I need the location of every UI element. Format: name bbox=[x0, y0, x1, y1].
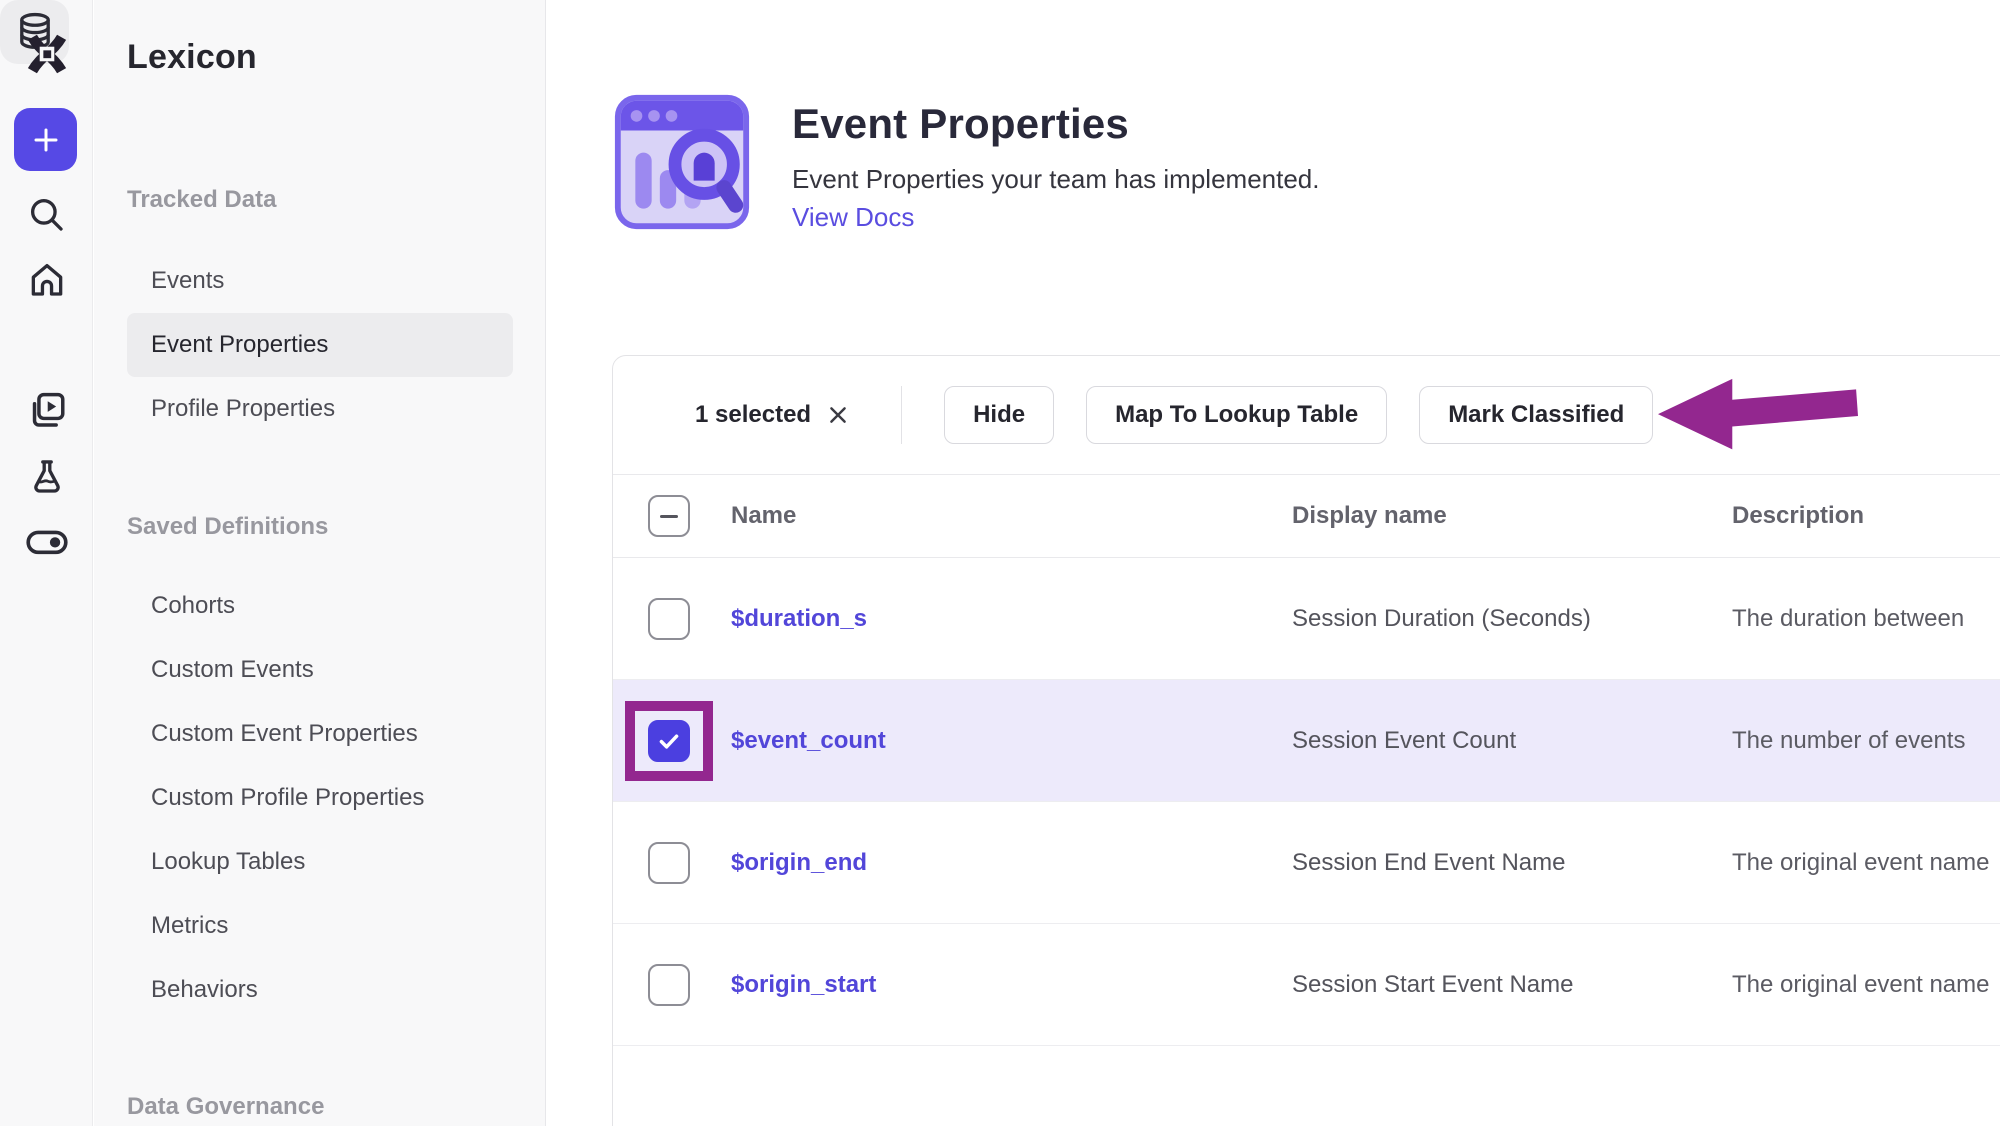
sidebar-item-custom-events[interactable]: Custom Events bbox=[127, 638, 513, 702]
property-name-link[interactable]: $origin_end bbox=[731, 849, 1292, 877]
display-name-cell: Session Event Count bbox=[1292, 727, 1732, 755]
display-name-cell: Session End Event Name bbox=[1292, 849, 1732, 877]
page-subtitle: Event Properties your team has implement… bbox=[792, 164, 1319, 195]
row-checkbox[interactable] bbox=[648, 842, 690, 884]
plus-icon bbox=[31, 125, 61, 155]
section-label-data-governance: Data Governance bbox=[127, 1093, 324, 1121]
properties-table-card: 1 selected Hide Map To Lookup Table Mark… bbox=[612, 355, 2000, 1126]
column-header-description[interactable]: Description bbox=[1732, 502, 2000, 530]
row-checkbox[interactable] bbox=[648, 598, 690, 640]
column-header-name[interactable]: Name bbox=[731, 502, 1292, 530]
table-row[interactable]: $duration_s Session Duration (Seconds) T… bbox=[613, 558, 2000, 680]
sidebar-item-metrics[interactable]: Metrics bbox=[127, 894, 513, 958]
create-new-button[interactable] bbox=[14, 108, 77, 171]
section-label-saved-definitions: Saved Definitions bbox=[127, 513, 328, 541]
mark-classified-button[interactable]: Mark Classified bbox=[1419, 386, 1653, 444]
sidebar-item-custom-profile-properties[interactable]: Custom Profile Properties bbox=[127, 766, 513, 830]
selection-count: 1 selected bbox=[695, 401, 811, 429]
property-name-link[interactable]: $duration_s bbox=[731, 605, 1292, 633]
table-header-row: Name Display name Description bbox=[613, 474, 2000, 558]
display-name-cell: Session Start Event Name bbox=[1292, 971, 1732, 999]
column-header-display-name[interactable]: Display name bbox=[1292, 502, 1732, 530]
sidebar-item-cohorts[interactable]: Cohorts bbox=[127, 574, 513, 638]
view-docs-link[interactable]: View Docs bbox=[792, 202, 914, 233]
search-icon[interactable] bbox=[0, 192, 93, 238]
lexicon-page: Lexicon Tracked Data Events Event Proper… bbox=[0, 0, 2000, 1126]
sidebar-item-events[interactable]: Events bbox=[127, 249, 513, 313]
page-title: Event Properties bbox=[792, 100, 1129, 148]
table-row[interactable]: $origin_end Session End Event Name The o… bbox=[613, 802, 2000, 924]
select-all-checkbox[interactable] bbox=[648, 495, 690, 537]
close-icon bbox=[827, 404, 849, 426]
event-properties-illustration-icon bbox=[612, 92, 752, 232]
app-icon-rail bbox=[0, 0, 93, 1126]
sidebar-item-event-properties[interactable]: Event Properties bbox=[127, 313, 513, 377]
description-cell: The original event name bbox=[1732, 971, 2000, 999]
sidebar-item-profile-properties[interactable]: Profile Properties bbox=[127, 377, 513, 441]
property-name-link[interactable]: $event_count bbox=[731, 727, 1292, 755]
table-row-selected[interactable]: $event_count Session Event Count The num… bbox=[613, 680, 2000, 802]
table-body: $duration_s Session Duration (Seconds) T… bbox=[613, 558, 2000, 1046]
clear-selection-button[interactable] bbox=[827, 404, 849, 426]
description-cell: The duration between bbox=[1732, 605, 2000, 633]
feature-toggle-icon[interactable] bbox=[0, 519, 93, 565]
session-replay-icon[interactable] bbox=[0, 387, 93, 433]
toolbar-divider bbox=[901, 386, 902, 444]
sidebar-title: Lexicon bbox=[127, 38, 257, 77]
table-row[interactable]: $origin_start Session Start Event Name T… bbox=[613, 924, 2000, 1046]
selection-toolbar: 1 selected Hide Map To Lookup Table Mark… bbox=[613, 356, 2000, 474]
tracked-data-items: Events Event Properties Profile Properti… bbox=[127, 249, 513, 441]
hide-button[interactable]: Hide bbox=[944, 386, 1054, 444]
sidebar-item-lookup-tables[interactable]: Lookup Tables bbox=[127, 830, 513, 894]
saved-definitions-items: Cohorts Custom Events Custom Event Prope… bbox=[127, 574, 513, 1022]
indeterminate-dash bbox=[660, 515, 678, 518]
map-to-lookup-table-button[interactable]: Map To Lookup Table bbox=[1086, 386, 1387, 444]
display-name-cell: Session Duration (Seconds) bbox=[1292, 605, 1732, 633]
mixpanel-logo-icon[interactable] bbox=[0, 28, 93, 80]
experiments-flask-icon[interactable] bbox=[0, 454, 93, 500]
row-checkbox-checked[interactable] bbox=[648, 720, 690, 762]
description-cell: The original event name bbox=[1732, 849, 2000, 877]
description-cell: The number of events bbox=[1732, 727, 2000, 755]
section-label-tracked-data: Tracked Data bbox=[127, 186, 276, 214]
main-content: Event Properties Event Properties your t… bbox=[546, 0, 2000, 1126]
lexicon-sidebar: Lexicon Tracked Data Events Event Proper… bbox=[94, 0, 546, 1126]
property-name-link[interactable]: $origin_start bbox=[731, 971, 1292, 999]
home-icon[interactable] bbox=[0, 257, 93, 303]
check-icon bbox=[656, 728, 682, 754]
sidebar-item-behaviors[interactable]: Behaviors bbox=[127, 958, 513, 1022]
sidebar-item-custom-event-properties[interactable]: Custom Event Properties bbox=[127, 702, 513, 766]
row-checkbox[interactable] bbox=[648, 964, 690, 1006]
